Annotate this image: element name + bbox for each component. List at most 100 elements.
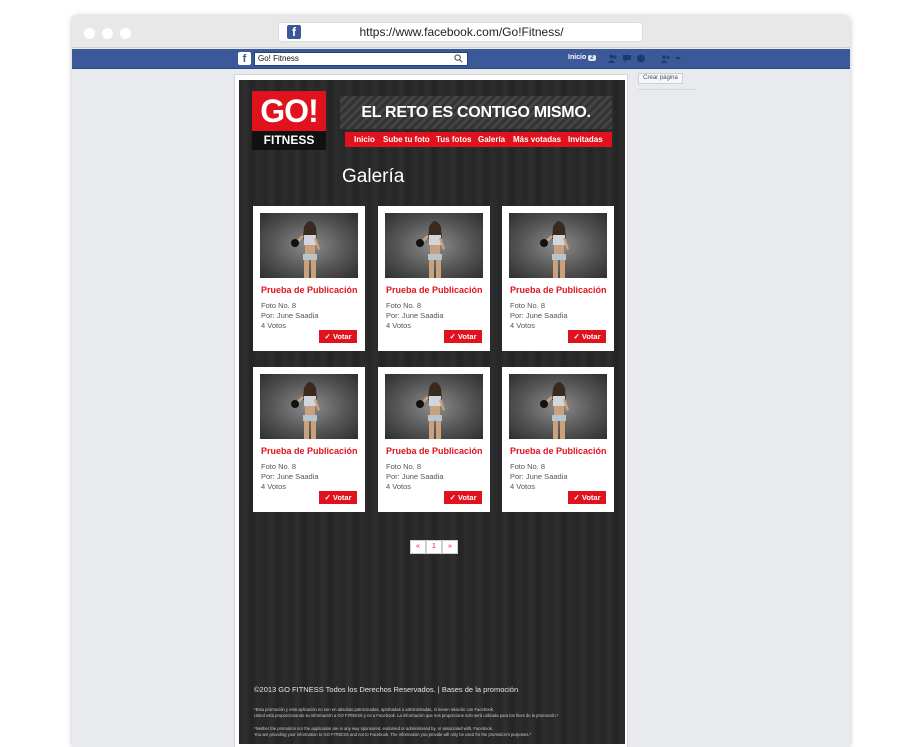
app-nav: Inicio Sube tu foto Tus fotos Galería Má… <box>345 132 612 147</box>
footer-copyright: ©2013 GO FITNESS Todos los Derechos Rese… <box>254 685 519 694</box>
nav-item-galeria[interactable]: Galería <box>478 132 505 147</box>
gallery-photo[interactable] <box>509 374 607 439</box>
minimize-window-dot[interactable] <box>102 28 113 39</box>
gallery-photo[interactable] <box>260 213 358 278</box>
card-votes: 4 Votos <box>510 482 536 491</box>
url-text: https://www.facebook.com/Go!Fitness/ <box>359 25 564 39</box>
card-title[interactable]: Prueba de Publicación <box>386 285 483 295</box>
fitness-model-image <box>540 382 569 439</box>
fitness-model-image <box>291 221 320 278</box>
gallery-photo[interactable] <box>509 213 607 278</box>
pagination-prev-button[interactable]: « <box>410 540 426 554</box>
right-column-divider <box>638 89 696 90</box>
nav-item-sube-tu-foto[interactable]: Sube tu foto <box>383 132 430 147</box>
card-author: Por: June Saadia <box>386 311 444 320</box>
go-fitness-logo[interactable]: GO! FITNESS <box>252 91 326 150</box>
vote-label: Votar <box>457 493 477 502</box>
card-title[interactable]: Prueba de Publicación <box>386 446 483 456</box>
nav-item-mas-votadas[interactable]: Más votadas <box>513 132 561 147</box>
gallery-photo[interactable] <box>385 374 483 439</box>
account-menu-chevron-down-icon[interactable] <box>674 54 682 63</box>
card-photo-number: Foto No. 8 <box>510 462 546 471</box>
vote-label: Votar <box>581 493 601 502</box>
close-window-dot[interactable] <box>84 28 95 39</box>
card-photo-number: Foto No. 8 <box>261 462 297 471</box>
gallery-photo[interactable] <box>260 374 358 439</box>
card-author: Por: June Saadia <box>386 472 444 481</box>
footer-disclaimer-es-2: Usted está proporcionando su información… <box>254 713 559 718</box>
facebook-top-bar: f Go! Fitness Inicio 2 <box>72 49 850 69</box>
pagination-current-page[interactable]: 1 <box>426 540 442 554</box>
pagination-next-button[interactable]: » <box>442 540 458 554</box>
zoom-window-dot[interactable] <box>120 28 131 39</box>
footer-disclaimer-es-1: *Esta promoción y esta aplicación no son… <box>254 707 494 712</box>
nav-item-inicio[interactable]: Inicio <box>354 132 375 147</box>
gallery-card-1: Prueba de Publicación Foto No. 8 Por: Ju… <box>253 206 365 351</box>
vote-label: Votar <box>581 332 601 341</box>
card-photo-number: Foto No. 8 <box>386 462 422 471</box>
footer-disclaimer-en-1: *Neither the promotion nor the applicati… <box>254 726 493 731</box>
notifications-globe-icon[interactable] <box>636 54 646 63</box>
gallery-card-3: Prueba de Publicación Foto No. 8 Por: Ju… <box>502 206 614 351</box>
vote-label: Votar <box>332 493 352 502</box>
card-title[interactable]: Prueba de Publicación <box>510 285 607 295</box>
fitness-model-image <box>291 382 320 439</box>
vote-label: Votar <box>457 332 477 341</box>
friend-requests-icon[interactable] <box>608 54 618 63</box>
card-author: Por: June Saadia <box>261 472 319 481</box>
check-icon: ✓ <box>573 493 582 502</box>
address-bar[interactable]: https://www.facebook.com/Go!Fitness/ f <box>278 22 643 42</box>
card-photo-number: Foto No. 8 <box>386 301 422 310</box>
search-value: Go! Fitness <box>258 54 299 63</box>
nav-item-tus-fotos[interactable]: Tus fotos <box>436 132 471 147</box>
card-photo-number: Foto No. 8 <box>510 301 546 310</box>
facebook-search-input[interactable]: Go! Fitness <box>254 52 468 66</box>
facebook-favicon-icon: f <box>287 25 301 39</box>
facebook-logo-icon[interactable]: f <box>238 52 251 65</box>
privacy-shortcuts-icon[interactable] <box>661 54 671 63</box>
vote-button[interactable]: ✓ Votar <box>444 491 482 504</box>
card-title[interactable]: Prueba de Publicación <box>261 285 358 295</box>
card-author: Por: June Saadia <box>510 311 568 320</box>
card-photo-number: Foto No. 8 <box>261 301 297 310</box>
home-count-badge: 2 <box>588 55 596 61</box>
vote-button[interactable]: ✓ Votar <box>568 330 606 343</box>
check-icon: ✓ <box>449 493 458 502</box>
slogan-banner: EL RETO ES CONTIGO MISMO. <box>340 96 612 129</box>
card-votes: 4 Votos <box>386 321 412 330</box>
footer-disclaimer-en-2: You are providing your information to GO… <box>254 732 532 737</box>
app-canvas-frame: GO! FITNESS EL RETO ES CONTIGO MISMO. In… <box>234 74 628 747</box>
logo-fitness-text: FITNESS <box>252 131 326 150</box>
fitness-model-image <box>540 221 569 278</box>
home-label: Inicio <box>568 54 587 61</box>
create-page-button[interactable]: Crear página <box>638 73 683 84</box>
browser-window: https://www.facebook.com/Go!Fitness/ f f… <box>72 16 850 747</box>
gallery-card-2: Prueba de Publicación Foto No. 8 Por: Ju… <box>378 206 490 351</box>
page-title: Galería <box>342 166 405 187</box>
check-icon: ✓ <box>449 332 458 341</box>
search-icon[interactable] <box>454 54 463 63</box>
fitness-model-image <box>416 221 445 278</box>
check-icon: ✓ <box>324 332 333 341</box>
card-votes: 4 Votos <box>261 321 287 330</box>
messages-icon[interactable] <box>622 54 632 63</box>
go-fitness-app: GO! FITNESS EL RETO ES CONTIGO MISMO. In… <box>239 80 625 744</box>
card-author: Por: June Saadia <box>261 311 319 320</box>
card-author: Por: June Saadia <box>510 472 568 481</box>
home-link[interactable]: Inicio 2 <box>568 54 596 61</box>
card-title[interactable]: Prueba de Publicación <box>510 446 607 456</box>
gallery-card-4: Prueba de Publicación Foto No. 8 Por: Ju… <box>253 367 365 512</box>
card-votes: 4 Votos <box>386 482 412 491</box>
card-title[interactable]: Prueba de Publicación <box>261 446 358 456</box>
vote-label: Votar <box>332 332 352 341</box>
vote-button[interactable]: ✓ Votar <box>319 491 357 504</box>
gallery-photo[interactable] <box>385 213 483 278</box>
logo-go-text: GO! <box>252 91 326 131</box>
slogan-text: EL RETO ES CONTIGO MISMO. <box>361 104 591 121</box>
fitness-model-image <box>416 382 445 439</box>
vote-button[interactable]: ✓ Votar <box>319 330 357 343</box>
vote-button[interactable]: ✓ Votar <box>568 491 606 504</box>
nav-item-invitadas[interactable]: Invitadas <box>568 132 603 147</box>
gallery-card-6: Prueba de Publicación Foto No. 8 Por: Ju… <box>502 367 614 512</box>
vote-button[interactable]: ✓ Votar <box>444 330 482 343</box>
